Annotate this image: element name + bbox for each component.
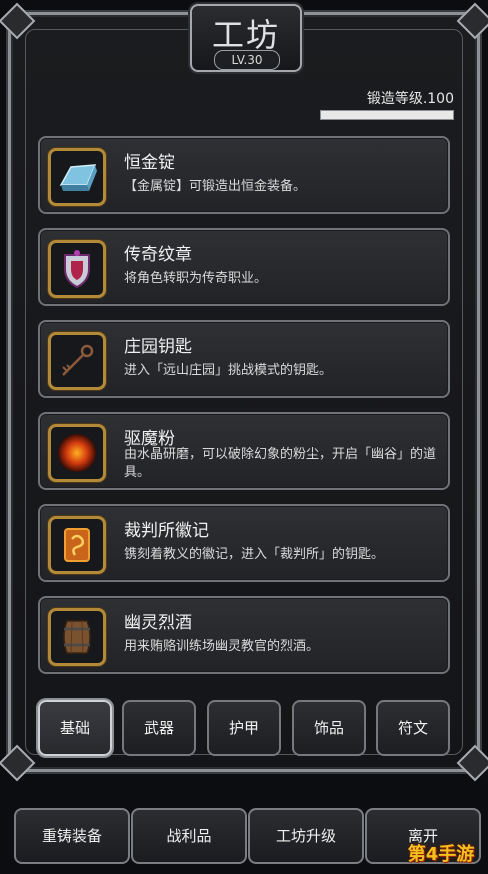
emblem-icon bbox=[64, 528, 90, 562]
workshop-upgrade-button[interactable]: 工坊升级 bbox=[248, 808, 364, 864]
item-description: 由水晶研磨，可以破除幻象的粉尘，开启「幽谷」的道具。 bbox=[124, 447, 437, 480]
item-icon-frame bbox=[48, 424, 106, 482]
key-icon bbox=[62, 344, 94, 376]
item-icon-frame bbox=[48, 240, 106, 298]
item-name: 传奇纹章 bbox=[124, 245, 192, 265]
item-icon-frame bbox=[48, 148, 106, 206]
list-item[interactable]: 裁判所徽记 镌刻着教义的徽记，进入「裁判所」的钥匙。 bbox=[38, 504, 450, 582]
barrel-icon bbox=[63, 620, 91, 654]
list-item[interactable]: 传奇纹章 将角色转职为传奇职业。 bbox=[38, 228, 450, 306]
item-description: 进入「远山庄园」挑战模式的钥匙。 bbox=[124, 363, 333, 378]
loot-button[interactable]: 战利品 bbox=[131, 808, 247, 864]
powder-icon bbox=[58, 434, 96, 472]
tab-armor[interactable]: 护甲 bbox=[207, 700, 281, 756]
forge-progress-bar bbox=[320, 110, 454, 120]
tab-runes[interactable]: 符文 bbox=[376, 700, 450, 756]
list-item[interactable]: 驱魔粉 由水晶研磨，可以破除幻象的粉尘，开启「幽谷」的道具。 bbox=[38, 412, 450, 490]
item-icon-frame bbox=[48, 608, 106, 666]
item-description: 将角色转职为传奇职业。 bbox=[124, 271, 268, 286]
list-item[interactable]: 恒金锭 【金属锭】可锻造出恒金装备。 bbox=[38, 136, 450, 214]
tab-accessories[interactable]: 饰品 bbox=[292, 700, 366, 756]
forge-progress-fill bbox=[321, 111, 453, 119]
title-plate: 工坊 LV.30 bbox=[190, 4, 302, 72]
item-icon-frame bbox=[48, 332, 106, 390]
item-description: 【金属锭】可锻造出恒金装备。 bbox=[124, 179, 307, 194]
ingot-icon bbox=[59, 164, 97, 191]
list-item[interactable]: 庄园钥匙 进入「远山庄园」挑战模式的钥匙。 bbox=[38, 320, 450, 398]
list-item[interactable]: 幽灵烈酒 用来贿赂训练场幽灵教官的烈酒。 bbox=[38, 596, 450, 674]
item-name: 庄园钥匙 bbox=[124, 337, 192, 357]
item-name: 恒金锭 bbox=[124, 153, 175, 173]
tab-basic[interactable]: 基础 bbox=[38, 700, 112, 756]
item-name: 裁判所徽记 bbox=[124, 521, 209, 541]
item-icon-frame bbox=[48, 516, 106, 574]
watermark-logo: 第4手游 bbox=[407, 844, 475, 865]
item-name: 幽灵烈酒 bbox=[124, 613, 192, 633]
item-description: 镌刻着教义的徽记，进入「裁判所」的钥匙。 bbox=[124, 547, 385, 562]
crest-icon bbox=[64, 250, 90, 289]
level-badge: LV.30 bbox=[214, 50, 280, 70]
tab-weapons[interactable]: 武器 bbox=[122, 700, 196, 756]
item-description: 用来贿赂训练场幽灵教官的烈酒。 bbox=[124, 639, 320, 654]
forge-level-label: 锻造等级.100 bbox=[366, 91, 454, 107]
reforge-equipment-button[interactable]: 重铸装备 bbox=[14, 808, 130, 864]
